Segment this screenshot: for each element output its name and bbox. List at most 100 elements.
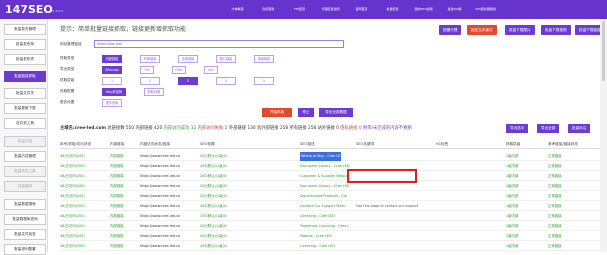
sidebar-item[interactable]: 批量发布商 [4, 39, 46, 50]
table-cell-desc: Use this page to contact our support [356, 204, 419, 208]
batch-mark-button[interactable]: 批量标注 [568, 124, 591, 133]
form-option-button[interactable]: 外部链接 [140, 55, 160, 63]
table-header-cell: 内链访问状态/链接 [140, 142, 170, 146]
form-row-label: 抓取配置 [60, 89, 75, 93]
export-selected-button[interactable]: 导出选中 [506, 124, 529, 133]
table-header-cell: SEO描述 [300, 142, 315, 146]
total-stat: 总链接数 550 [107, 126, 135, 131]
form-option-button[interactable]: Http状态码 [102, 88, 126, 96]
form-option-button[interactable]: 更多设置 [102, 99, 122, 107]
table-header-cell: 内部链接 [110, 142, 125, 146]
sidebar-item[interactable]: 批量导出工具 [4, 166, 46, 177]
sidebar-item[interactable]: 批量发布项 [4, 54, 46, 65]
table-row[interactable]: 46/已访问(200) 内部链接 https://www.cree-led.co 20… [60, 232, 600, 241]
form-option-button[interactable]: 视频链接 [254, 55, 274, 63]
form-row-label: 导出类型 [60, 67, 75, 71]
file-format-button[interactable]: 指定文件格式 [467, 25, 497, 35]
table-cell-title: Discontinued Products - Cre [300, 194, 348, 198]
sidebar-item[interactable]: 批量文件检查 [4, 229, 46, 240]
table-cell-ref: 正常链接 [548, 224, 562, 228]
sidebar-item[interactable]: 批量排列配置 [4, 244, 46, 255]
table-cell-title: Licensing - Cree LED [300, 214, 335, 218]
table-cell-status: 200(默认)/1级(0) [200, 224, 228, 228]
proxy-config-button[interactable]: 配置代理 [439, 25, 462, 35]
form-option-button[interactable]: 2 [140, 77, 160, 85]
highlight-box [347, 169, 417, 183]
form-option-button[interactable]: 5 [254, 77, 274, 85]
sidebar-item[interactable]: 批量内容管理 [4, 151, 46, 162]
top-nav-item[interactable]: 批量配置 [377, 0, 408, 19]
table-row[interactable]: 46/已访问(200) 内部链接 https://www.cree-led.co 20… [60, 202, 600, 211]
table-cell-type: 内部链接 [110, 244, 124, 248]
sidebar: 批量发布管理 批量发布商批量发布项批量链接抓取 批量文件关批量更新下载 合并到工具批量… [0, 19, 48, 255]
form-option-button[interactable]: 图片链接 [216, 55, 236, 63]
form-option-button[interactable]: Html [172, 66, 186, 74]
table-cell-id: 46/已访问(200) [60, 234, 85, 238]
export-all-button[interactable]: 导出全部 [537, 124, 560, 133]
table-cell-url: https://www.cree-led.co [140, 214, 181, 218]
table-row[interactable]: 46/已访问(200) 内部链接 https://www.cree-led.co 20… [60, 172, 600, 181]
top-nav-item[interactable]: FTP配置 [284, 0, 315, 19]
form-row-label: 更多设置 [60, 100, 75, 104]
sidebar-item[interactable]: 批量发布管理 [4, 24, 46, 35]
hidden-stat: 站外链接 0 [317, 126, 339, 131]
top-nav: 大神教程 购买服务 FTP配置 代理配置说明 官网首页 批量配置 我的SEO编辑 发送QQ群 V… [222, 0, 501, 19]
table-cell-type: 内部链接 [110, 194, 124, 198]
table-row[interactable]: 46/已访问(200) 内部链接 https://www.cree-led.co 20… [60, 162, 600, 171]
form-option-button[interactable]: Xml [204, 66, 218, 74]
table-cell-title: Patents - Cree LED [300, 234, 332, 238]
table-row[interactable]: 46/已访问(200) 内部链接 https://www.cree-led.co 20… [60, 212, 600, 221]
table-row[interactable]: 46/已访问(200) 内部链接 https://www.cree-led.co 20… [60, 192, 600, 201]
form-option-button[interactable]: Txt [140, 66, 154, 74]
form-row-label: 抓取层级 [60, 78, 75, 82]
scrollbar-thumb[interactable] [602, 21, 605, 81]
url-input[interactable]: https://ww om/ [94, 40, 344, 48]
sidebar-item[interactable]: 批量翻译 [4, 181, 46, 192]
table-row[interactable]: 46/已访问(200) 内部链接 https://www.cree-led.co 20… [60, 182, 600, 191]
top-nav-item[interactable]: VPS服务器租用 [470, 0, 501, 19]
form-option-button[interactable]: 1 [102, 77, 122, 85]
top-nav-item[interactable]: 官网首页 [346, 0, 377, 19]
start-crawl-button[interactable]: 开始抓取 [262, 108, 292, 117]
table-cell-title: Customer & Supplier Resour [300, 174, 348, 178]
table-row[interactable]: 46/已访问(200) 内部链接 https://www.cree-led.co 20… [60, 152, 600, 161]
sidebar-item[interactable]: 批量数据搜索 [4, 199, 46, 210]
unknown-stat: 隐私链接 0 [340, 126, 362, 131]
download-images-button[interactable]: 批量下载图片 [505, 25, 535, 35]
top-nav-item[interactable]: 大神教程 [222, 0, 253, 19]
sidebar-item[interactable]: 批量数据库查询 [4, 214, 46, 225]
top-nav-item[interactable]: 代理配置说明 [315, 0, 346, 19]
table-cell-level: 1级内部 [506, 174, 519, 178]
sidebar-item[interactable]: 批量更新下载 [4, 103, 46, 114]
form-option-button[interactable]: 4 [216, 77, 236, 85]
export-all-data-button[interactable]: 导出全部数据 [319, 108, 353, 117]
table-cell-ref: 正常链接 [548, 204, 562, 208]
sidebar-item[interactable]: 批量文件关 [4, 88, 46, 99]
table-cell-ref: 正常链接 [548, 234, 562, 238]
download-videos-button[interactable]: 批量下载视频 [541, 25, 571, 35]
all-stat: 所有链接 258 [289, 126, 317, 131]
form-option-button[interactable]: Sitemap [102, 66, 122, 74]
table-cell-id: 46/已访问(200) [60, 164, 85, 168]
stop-button[interactable]: 停止 [298, 108, 314, 117]
sidebar-item[interactable]: 批量内容 [4, 136, 46, 147]
table-header-cell: 抓取层级 [506, 142, 521, 146]
table-cell-ref: 正常链接 [548, 214, 562, 218]
table-row[interactable]: 46/已访问(200) 内部链接 https://www.cree-led.co 20… [60, 242, 600, 251]
table-cell-status: 200(默认)/1级(0) [200, 174, 228, 178]
form-option-button[interactable]: 内部链接 [102, 55, 122, 63]
top-nav-item[interactable]: 我的SEO编辑 [408, 0, 439, 19]
form-option-button[interactable]: 3 [178, 77, 198, 85]
table-cell-ref: 正常链接 [548, 174, 562, 178]
table-header: 序号/抓取/访问状态 内部链接 内链访问状态/链接 SEO标题 SEO描述 SEO关键词 H… [60, 140, 600, 149]
top-nav-item[interactable]: 购买服务 [253, 0, 284, 19]
sidebar-item[interactable]: 合并到工具 [4, 118, 46, 129]
scrollbar[interactable] [600, 19, 607, 252]
table-cell-level: 1级内部 [506, 154, 519, 158]
form-option-button[interactable]: 抓取标题 [144, 88, 164, 96]
form-option-button[interactable]: 全部链接 [178, 55, 198, 63]
table-row[interactable]: 46/已访问(200) 内部链接 https://www.cree-led.co 20… [60, 222, 600, 231]
table-cell-id: 46/已访问(200) [60, 174, 85, 178]
sidebar-item[interactable]: 批量链接抓取 [4, 71, 46, 82]
top-nav-item[interactable]: 发送QQ群 [439, 0, 470, 19]
